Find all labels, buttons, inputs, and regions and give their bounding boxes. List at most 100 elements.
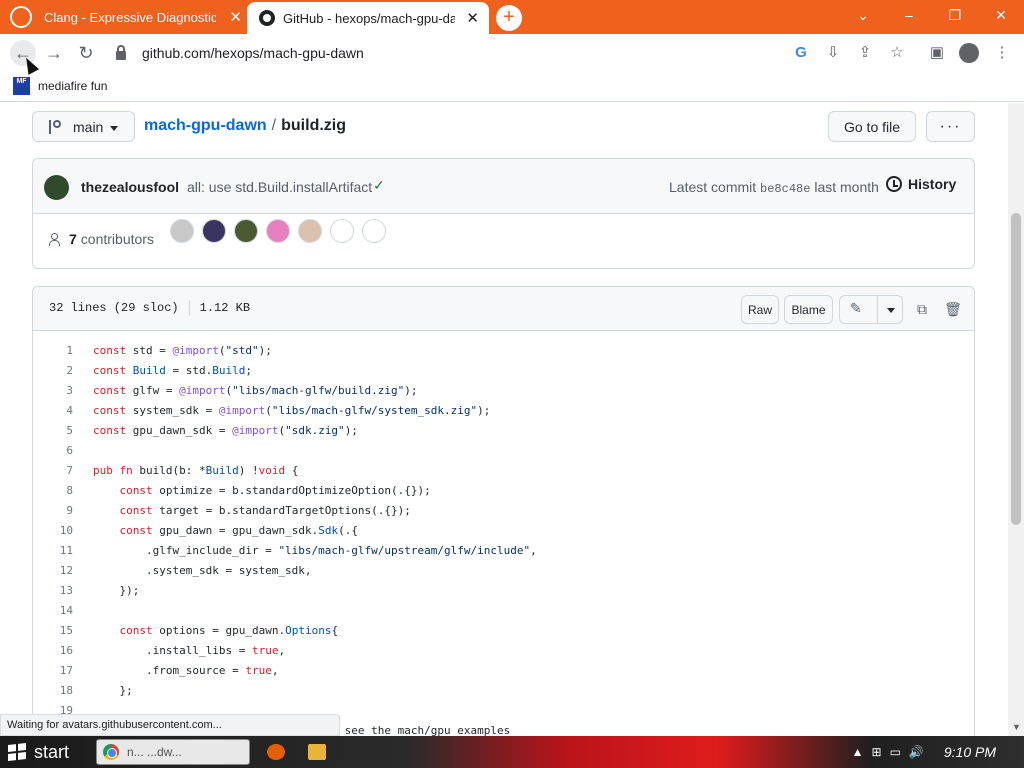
line-number[interactable]: 2 (33, 361, 73, 381)
line-number[interactable]: 13 (33, 581, 73, 601)
line-number[interactable]: 1 (33, 341, 73, 361)
line-number[interactable]: 3 (33, 381, 73, 401)
tab-clang[interactable]: Clang - Expressive Diagnostics ✕ (0, 0, 248, 34)
lock-icon (116, 44, 126, 60)
line-number[interactable]: 18 (33, 681, 73, 701)
contributors-label: contributors (80, 231, 154, 247)
forward-button[interactable]: → (43, 42, 65, 64)
tray-arrow-icon[interactable]: ▲ (852, 745, 864, 759)
reload-button[interactable]: ↻ (75, 42, 97, 64)
commit-message-link[interactable]: all: use std.Build.installArtifact (187, 179, 372, 195)
line-number[interactable]: 8 (33, 481, 73, 501)
edit-button-group: ✎ (839, 295, 903, 324)
code-line: 6 (33, 441, 974, 461)
chrome-icon (103, 744, 119, 760)
start-button[interactable]: start (0, 736, 90, 768)
page-content: main mach-gpu-dawn / build.zig Go to fil… (0, 103, 1008, 736)
scrollbar-thumb[interactable] (1011, 213, 1021, 525)
avatar[interactable] (44, 175, 69, 200)
volume-icon[interactable]: 🔊 (909, 745, 924, 759)
branch-name: main (73, 118, 104, 135)
contributors-link[interactable]: 7 contributors (49, 231, 154, 247)
google-lens-icon[interactable]: G (791, 43, 811, 63)
bookmark-mediafire[interactable]: mediafire fun (38, 79, 107, 93)
history-button[interactable]: History (886, 176, 956, 192)
line-number[interactable]: 11 (33, 541, 73, 561)
file-size: 1.12 KB (199, 301, 251, 315)
code-line: 15 const options = gpu_dawn.Options{ (33, 621, 974, 641)
contributor-avatar[interactable] (234, 219, 258, 243)
mediafire-bookmark-icon: MF (13, 77, 30, 95)
contributor-avatar[interactable] (170, 219, 194, 243)
firefox-icon[interactable] (267, 744, 285, 760)
line-number[interactable]: 14 (33, 601, 73, 621)
code-line: 17 .from_source = true, (33, 661, 974, 681)
restore-button[interactable]: ❐ (932, 0, 978, 30)
minimize-button[interactable]: – (886, 0, 932, 30)
contributors-count: 7 (69, 231, 77, 247)
new-tab-button[interactable]: + (496, 5, 522, 31)
line-text: const optimize = b.standardOptimizeOptio… (119, 484, 431, 497)
address-bar[interactable]: github.com/hexops/mach-gpu-dawn (108, 39, 708, 67)
line-number[interactable]: 16 (33, 641, 73, 661)
code-line: 18 }; (33, 681, 974, 701)
page-scrollbar[interactable]: ▼ (1008, 103, 1024, 736)
line-number[interactable]: 4 (33, 401, 73, 421)
profile-icon[interactable] (959, 43, 979, 63)
install-app-icon[interactable]: ⇩ (823, 43, 843, 63)
contributor-avatar[interactable] (362, 219, 386, 243)
line-number[interactable]: 15 (33, 621, 73, 641)
line-number[interactable]: 7 (33, 461, 73, 481)
contributor-avatar[interactable] (202, 219, 226, 243)
commit-sha-link[interactable]: be8c48e (760, 182, 810, 196)
breadcrumb-repo-link[interactable]: mach-gpu-dawn (144, 117, 267, 135)
line-number[interactable]: 17 (33, 661, 73, 681)
line-text: const options = gpu_dawn.Options{ (119, 624, 339, 637)
line-text: const gpu_dawn_sdk = @import("sdk.zig"); (93, 424, 358, 437)
git-branch-icon (49, 120, 61, 134)
branch-selector-button[interactable]: main (32, 111, 135, 142)
blame-button[interactable]: Blame (784, 295, 833, 324)
taskbar-chrome-item[interactable]: n... ...dw... (96, 739, 250, 765)
line-number[interactable]: 9 (33, 501, 73, 521)
line-number[interactable]: 12 (33, 561, 73, 581)
folder-icon[interactable] (308, 744, 326, 760)
line-number[interactable]: 6 (33, 441, 73, 461)
bookmark-star-icon[interactable]: ☆ (887, 43, 907, 63)
contributor-avatar[interactable] (266, 219, 290, 243)
tab-github[interactable]: GitHub - hexops/mach-gpu-dawn ✕ (247, 2, 489, 34)
line-number[interactable]: 5 (33, 421, 73, 441)
tab-close-icon[interactable]: ✕ (466, 9, 479, 27)
line-text (73, 601, 93, 621)
network-icon[interactable]: ⊞ (872, 745, 882, 759)
go-to-file-button[interactable]: Go to file (828, 111, 916, 142)
power-icon[interactable]: ▭ (890, 745, 901, 759)
latest-commit-label: Latest commit (669, 179, 757, 195)
windows-taskbar: start n... ...dw... ▲ ⊞ ▭ 🔊 9:10 PM (0, 736, 1024, 768)
close-window-button[interactable]: ✕ (978, 0, 1024, 30)
line-number[interactable]: 10 (33, 521, 73, 541)
raw-button[interactable]: Raw (741, 295, 779, 324)
contributor-avatar[interactable] (298, 219, 322, 243)
caret-down-icon (110, 126, 118, 131)
trash-icon[interactable]: 🗑 (943, 299, 963, 319)
pencil-icon[interactable]: ✎ (850, 300, 862, 317)
commit-author-link[interactable]: thezealousfool (81, 179, 179, 195)
code-line: 7 pub fn build(b: *Build) !void { (33, 461, 974, 481)
meta-divider (188, 300, 190, 316)
system-tray: ▲ ⊞ ▭ 🔊 9:10 PM (852, 736, 1024, 768)
line-text: const std = @import("std"); (93, 344, 272, 357)
contributor-avatar[interactable] (330, 219, 354, 243)
scroll-down-arrow-icon[interactable]: ▼ (1012, 722, 1021, 732)
taskbar-clock[interactable]: 9:10 PM (944, 744, 996, 760)
copy-icon[interactable]: ⧉ (912, 299, 932, 319)
menu-icon[interactable]: ⋮ (992, 43, 1012, 63)
tab-search-icon[interactable]: ⌄ (840, 0, 886, 30)
share-icon[interactable]: ⇪ (855, 43, 875, 63)
more-options-button[interactable]: ··· (926, 111, 975, 142)
caret-down-icon[interactable] (887, 308, 895, 313)
side-panel-icon[interactable]: ▣ (927, 43, 947, 63)
check-icon[interactable]: ✓ (373, 177, 385, 194)
tab-close-icon[interactable]: ✕ (229, 8, 242, 26)
line-text: const target = b.standardTargetOptions(.… (119, 504, 411, 517)
